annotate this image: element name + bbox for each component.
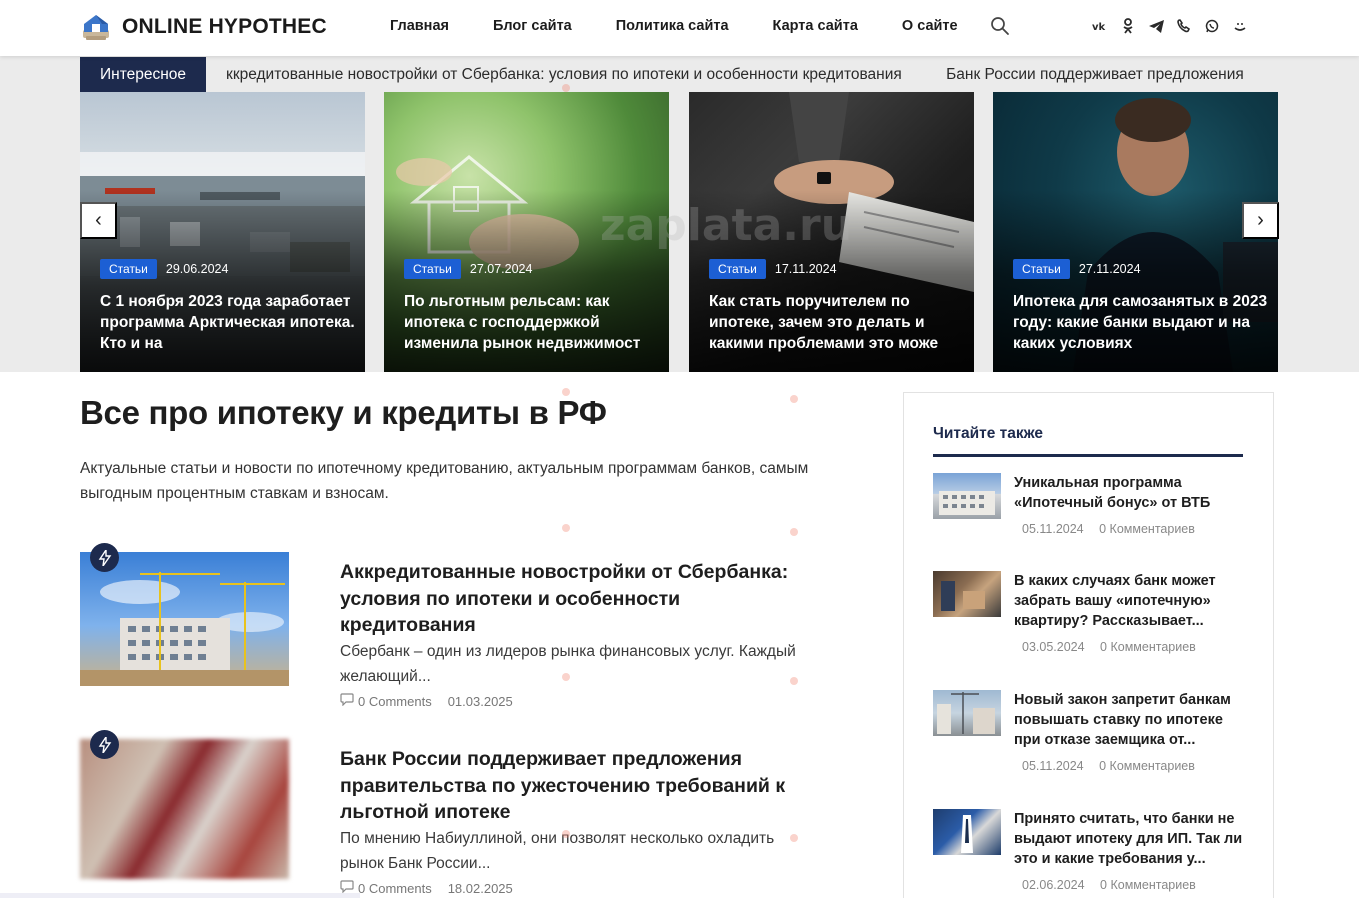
slide-card[interactable]: Статьи 27.07.2024 По льготным рельсам: к… [384, 92, 669, 372]
nav-item-home[interactable]: Главная [390, 18, 449, 34]
watermark-dot [562, 84, 570, 92]
main-nav: Главная Блог сайта Политика сайта Карта … [390, 18, 1002, 34]
comment-icon [340, 693, 354, 709]
whatsapp-icon[interactable] [1204, 18, 1220, 34]
site-header: ONLINE HYPOTHEC Главная Блог сайта Полит… [0, 0, 1359, 56]
post-thumbnail[interactable] [80, 739, 289, 879]
sidebar-post-date: 03.05.2024 [1022, 640, 1085, 654]
post-item: Аккредитованные новостройки от Сбербанка… [80, 543, 860, 723]
svg-text:vk: vk [1092, 22, 1106, 32]
post-meta: 0 Comments 01.03.2025 [340, 693, 513, 709]
page-title: Все про ипотеку и кредиты в РФ [80, 394, 607, 431]
sidebar-thumbnail[interactable] [933, 571, 1001, 617]
post-item: Банк России поддерживает предложения пра… [80, 730, 860, 898]
sidebar-post[interactable]: Уникальная программа «Ипотечный бонус» о… [933, 473, 1253, 543]
category-badge[interactable]: Статьи [100, 259, 157, 279]
sidebar-thumbnail[interactable] [933, 809, 1001, 855]
slide-date: 29.06.2024 [165, 262, 229, 276]
sidebar-post-title[interactable]: Уникальная программа «Ипотечный бонус» о… [1014, 473, 1252, 513]
watermark-dot [790, 834, 798, 842]
slide-card[interactable]: Статьи 17.11.2024 Как стать поручителем … [689, 92, 974, 372]
lightning-icon [90, 543, 119, 572]
sidebar-post[interactable]: Новый закон запретит банкам повышать ста… [933, 690, 1253, 773]
watermark-dot [562, 830, 570, 838]
sidebar-thumbnail[interactable] [933, 473, 1001, 519]
horizontal-scrollbar[interactable] [0, 893, 360, 898]
post-date: 18.02.2025 [447, 880, 513, 896]
house-logo-icon [80, 12, 112, 42]
category-badge[interactable]: Статьи [404, 259, 461, 279]
watermark-dot [562, 673, 570, 681]
slide-card[interactable]: Статьи 27.11.2024 Ипотека для самозаняты… [993, 92, 1278, 372]
post-excerpt: Сбербанк – один из лидеров рынка финансо… [340, 643, 796, 685]
news-ticker: Интересное ккредитованные новостройки от… [80, 57, 1278, 92]
post-title[interactable]: Аккредитованные новостройки от Сбербанка… [340, 559, 810, 639]
slide-title[interactable]: С 1 ноября 2023 года заработает программ… [100, 291, 356, 354]
sidebar-post[interactable]: В каких случаях банк может забрать вашу … [933, 571, 1253, 654]
sidebar-post-comments[interactable]: 0 Комментариев [1099, 759, 1195, 773]
slider-next-button[interactable]: › [1242, 202, 1279, 239]
search-icon[interactable] [990, 16, 1012, 38]
slide-title[interactable]: Как стать поручителем по ипотеке, зачем … [709, 291, 965, 354]
sidebar-post-date: 05.11.2024 [1022, 759, 1084, 773]
post-excerpt: По мнению Набиуллиной, они позволят неск… [340, 830, 775, 872]
category-badge[interactable]: Статьи [709, 259, 766, 279]
slider-prev-button[interactable]: ‹ [80, 202, 117, 239]
comments-count[interactable]: 0 Comments [358, 881, 432, 896]
featured-slider: Статьи 29.06.2024 С 1 ноября 2023 года з… [80, 92, 1278, 372]
vk-icon[interactable]: vk [1092, 18, 1108, 34]
viber-icon[interactable] [1176, 18, 1192, 34]
nav-item-policy[interactable]: Политика сайта [616, 18, 729, 34]
lightning-icon [90, 730, 119, 759]
sidebar-post-title[interactable]: В каких случаях банк может забрать вашу … [1014, 571, 1252, 631]
comments-count[interactable]: 0 Comments [358, 694, 432, 709]
sidebar-thumbnail[interactable] [933, 690, 1001, 736]
ticker-item[interactable]: ккредитованные новостройки от Сбербанка:… [226, 66, 902, 83]
social-links: vk [1092, 18, 1260, 34]
post-meta: 0 Comments 18.02.2025 [340, 880, 513, 896]
site-name: ONLINE HYPOTHEC [122, 15, 327, 38]
slide-card[interactable]: Статьи 29.06.2024 С 1 ноября 2023 года з… [80, 92, 365, 372]
ticker-item[interactable]: Банк России поддерживает предложения [946, 66, 1244, 83]
nav-item-blog[interactable]: Блог сайта [493, 18, 572, 34]
sidebar-post-date: 05.11.2024 [1022, 522, 1084, 536]
post-title[interactable]: Банк России поддерживает предложения пра… [340, 746, 810, 826]
post-thumbnail[interactable] [80, 552, 289, 686]
odnoklassniki-icon[interactable] [1120, 18, 1136, 34]
watermark-dot [790, 528, 798, 536]
watermark-dot [562, 524, 570, 532]
sidebar-post-date: 02.06.2024 [1022, 878, 1085, 892]
slide-date: 27.11.2024 [1078, 262, 1141, 276]
slide-date: 27.07.2024 [469, 262, 533, 276]
sidebar-post-comments[interactable]: 0 Комментариев [1100, 878, 1196, 892]
sidebar-post[interactable]: Принято считать, что банки не выдают ипо… [933, 809, 1253, 892]
nav-item-sitemap[interactable]: Карта сайта [773, 18, 858, 34]
watermark-dot [790, 395, 798, 403]
yandex-messenger-icon[interactable] [1232, 18, 1248, 34]
sidebar-heading: Читайте также [933, 425, 1044, 442]
sidebar-post-comments[interactable]: 0 Комментариев [1099, 522, 1195, 536]
sidebar-post-comments[interactable]: 0 Комментариев [1100, 640, 1196, 654]
nav-item-about[interactable]: О сайте [902, 18, 958, 34]
sidebar-divider [933, 454, 1243, 457]
site-logo[interactable]: ONLINE HYPOTHEC [80, 12, 327, 42]
sidebar-post-title[interactable]: Новый закон запретит банкам повышать ста… [1014, 690, 1252, 750]
watermark-dot [562, 388, 570, 396]
slide-title[interactable]: Ипотека для самозанятых в 2023 году: как… [1013, 291, 1269, 354]
sidebar-post-title[interactable]: Принято считать, что банки не выдают ипо… [1014, 809, 1252, 869]
ticker-track: ккредитованные новостройки от Сбербанка:… [206, 66, 1278, 84]
watermark-dot [790, 677, 798, 685]
category-badge[interactable]: Статьи [1013, 259, 1070, 279]
slide-date: 17.11.2024 [774, 262, 837, 276]
page-description: Актуальные статьи и новости по ипотечном… [80, 460, 809, 502]
post-date: 01.03.2025 [447, 693, 513, 709]
telegram-icon[interactable] [1148, 18, 1164, 34]
slide-title[interactable]: По льготным рельсам: как ипотека с госпо… [404, 291, 660, 354]
sidebar-read-also: Читайте также Уникальная программа «Ипот… [903, 392, 1274, 898]
ticker-label: Интересное [80, 57, 207, 92]
